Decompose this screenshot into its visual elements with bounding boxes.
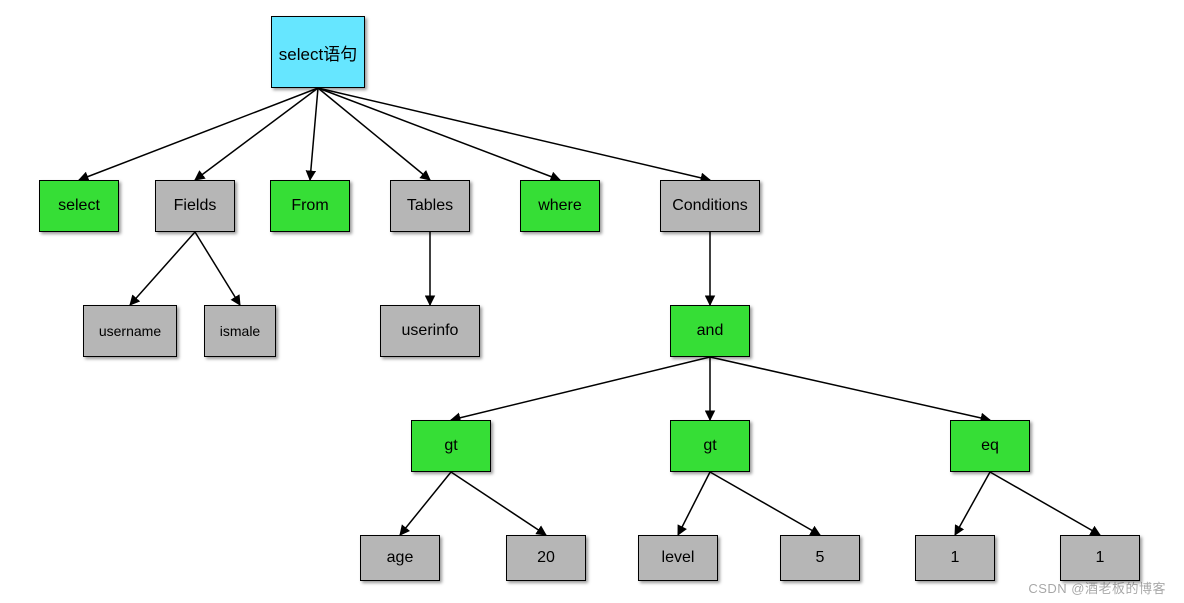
node-username: username	[83, 305, 177, 357]
node-from: From	[270, 180, 350, 232]
node-age: age	[360, 535, 440, 581]
node-where: where	[520, 180, 600, 232]
node-gt-2: gt	[670, 420, 750, 472]
node-level: level	[638, 535, 718, 581]
node-1-b: 1	[1060, 535, 1140, 581]
edge-layer	[0, 0, 1184, 603]
node-select: select	[39, 180, 119, 232]
node-20: 20	[506, 535, 586, 581]
node-fields: Fields	[155, 180, 235, 232]
node-and: and	[670, 305, 750, 357]
node-ismale: ismale	[204, 305, 276, 357]
node-5: 5	[780, 535, 860, 581]
node-1-a: 1	[915, 535, 995, 581]
node-userinfo: userinfo	[380, 305, 480, 357]
node-conditions: Conditions	[660, 180, 760, 232]
node-tables: Tables	[390, 180, 470, 232]
watermark-text: CSDN @酒老板的博客	[1028, 578, 1166, 597]
node-eq: eq	[950, 420, 1030, 472]
node-gt-1: gt	[411, 420, 491, 472]
node-root: select语句	[271, 16, 365, 88]
